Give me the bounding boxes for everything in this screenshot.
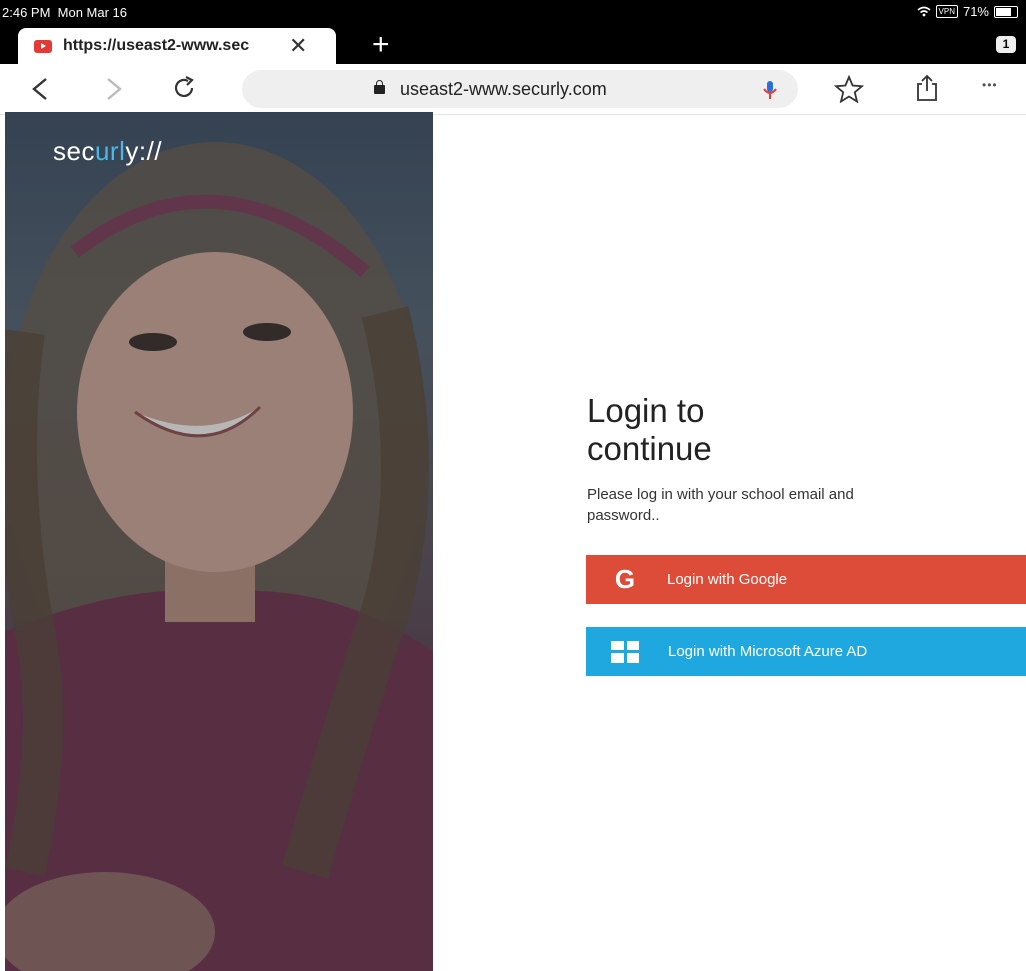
wifi-icon	[917, 6, 931, 17]
logo-accent: url	[94, 136, 126, 166]
battery-icon	[994, 5, 1018, 18]
login-subtitle: Please log in with your school email and…	[587, 486, 854, 524]
reload-icon[interactable]	[171, 75, 197, 101]
girl-photo	[5, 112, 433, 971]
star-icon[interactable]	[834, 75, 864, 103]
youtube-favicon-icon	[34, 39, 52, 53]
lock-icon	[374, 80, 385, 94]
tab-count-button[interactable]: 1	[996, 36, 1016, 53]
hero-image: securly://	[5, 112, 433, 971]
login-with-google-button[interactable]: G Login with Google	[586, 555, 1026, 604]
address-bar[interactable]: useast2-www.securly.com	[242, 70, 798, 108]
windows-icon	[611, 640, 639, 663]
more-icon[interactable]: •••	[982, 78, 998, 92]
login-with-microsoft-button[interactable]: Login with Microsoft Azure AD	[586, 627, 1026, 676]
logo-prefix: sec	[53, 136, 95, 166]
vpn-badge: VPN	[935, 5, 958, 18]
status-time: 2:46 PM Mon Mar 16	[2, 5, 127, 20]
google-icon: G	[614, 564, 636, 594]
back-icon[interactable]	[30, 77, 50, 101]
battery-percent: 71%	[962, 4, 989, 19]
microphone-icon[interactable]	[762, 80, 778, 100]
google-button-label: Login with Google	[667, 571, 788, 588]
plus-icon[interactable]: +	[372, 28, 390, 62]
close-icon[interactable]: ✕	[289, 35, 307, 57]
microsoft-button-label: Login with Microsoft Azure AD	[668, 643, 868, 660]
heading-line-1: Login to	[587, 392, 705, 429]
status-date: Mon Mar 16	[57, 5, 128, 20]
login-heading: Login to continue	[587, 392, 712, 468]
logo-suffix: y://	[125, 136, 163, 166]
status-bar: 2:46 PM Mon Mar 16 VPN 71%	[0, 0, 1026, 24]
status-indicators: VPN 71%	[917, 4, 1018, 19]
url-text: useast2-www.securly.com	[400, 79, 607, 99]
status-clock: 2:46 PM	[2, 5, 51, 20]
tab-title: https://useast2-www.sec	[63, 37, 250, 54]
securly-logo: securly://	[53, 136, 162, 167]
heading-line-2: continue	[587, 430, 712, 467]
browser-toolbar: useast2-www.securly.com •••	[0, 64, 1026, 115]
browser-tab[interactable]: https://useast2-www.sec ✕	[18, 28, 336, 64]
share-icon[interactable]	[913, 73, 941, 103]
forward-icon[interactable]	[104, 77, 124, 101]
browser-top-bar: 2:46 PM Mon Mar 16 VPN 71% https://useas…	[0, 0, 1026, 64]
